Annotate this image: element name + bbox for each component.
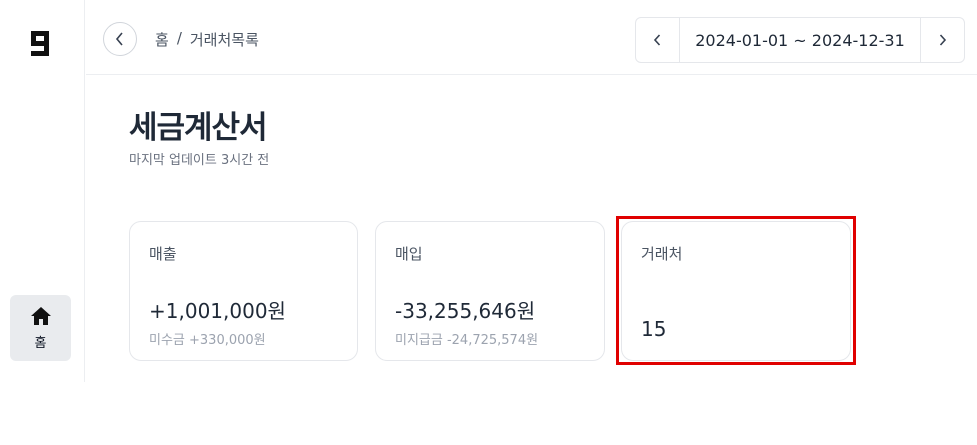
sidebar: 홈 — [0, 0, 85, 382]
next-period-button[interactable] — [920, 18, 964, 62]
breadcrumb-separator: / — [176, 29, 182, 47]
breadcrumb-home[interactable]: 홈 — [155, 29, 169, 50]
home-label: 홈 — [34, 335, 47, 351]
date-range-text[interactable]: 2024-01-01 ~ 2024-12-31 — [680, 18, 920, 62]
card-subvalue: 미수금 +330,000원 — [149, 333, 266, 348]
top-bar: 홈 / 거래처목록 2024-01-01 ~ 2024-12-31 — [86, 0, 977, 75]
chevron-right-icon — [939, 34, 947, 46]
home-button[interactable]: 홈 — [10, 295, 71, 361]
chevron-left-icon — [115, 32, 123, 46]
card-subvalue: 미지급금 -24,725,574원 — [395, 333, 539, 348]
sales-card[interactable]: 매출 +1,001,000원 미수금 +330,000원 — [129, 221, 358, 361]
date-range-picker: 2024-01-01 ~ 2024-12-31 — [635, 17, 965, 63]
card-value: +1,001,000원 — [149, 299, 286, 323]
home-icon — [30, 306, 51, 325]
card-value: -33,255,646원 — [395, 299, 536, 323]
page-title: 세금계산서 — [129, 110, 268, 146]
card-value: 15 — [641, 317, 667, 341]
card-label: 매입 — [395, 245, 423, 263]
breadcrumb-current: 거래처목록 — [189, 31, 259, 49]
g-logo-icon[interactable] — [27, 26, 55, 60]
back-button[interactable] — [103, 22, 137, 56]
chevron-left-icon — [653, 34, 661, 46]
breadcrumb: 홈 / 거래처목록 — [155, 29, 259, 50]
purchases-card[interactable]: 매입 -33,255,646원 미지급금 -24,725,574원 — [375, 221, 605, 361]
last-updated-text: 마지막 업데이트 3시간 전 — [129, 153, 270, 168]
card-label: 매출 — [149, 245, 177, 263]
card-label: 거래처 — [641, 245, 683, 263]
partners-card[interactable]: 거래처 15 — [621, 221, 851, 361]
prev-period-button[interactable] — [636, 18, 680, 62]
